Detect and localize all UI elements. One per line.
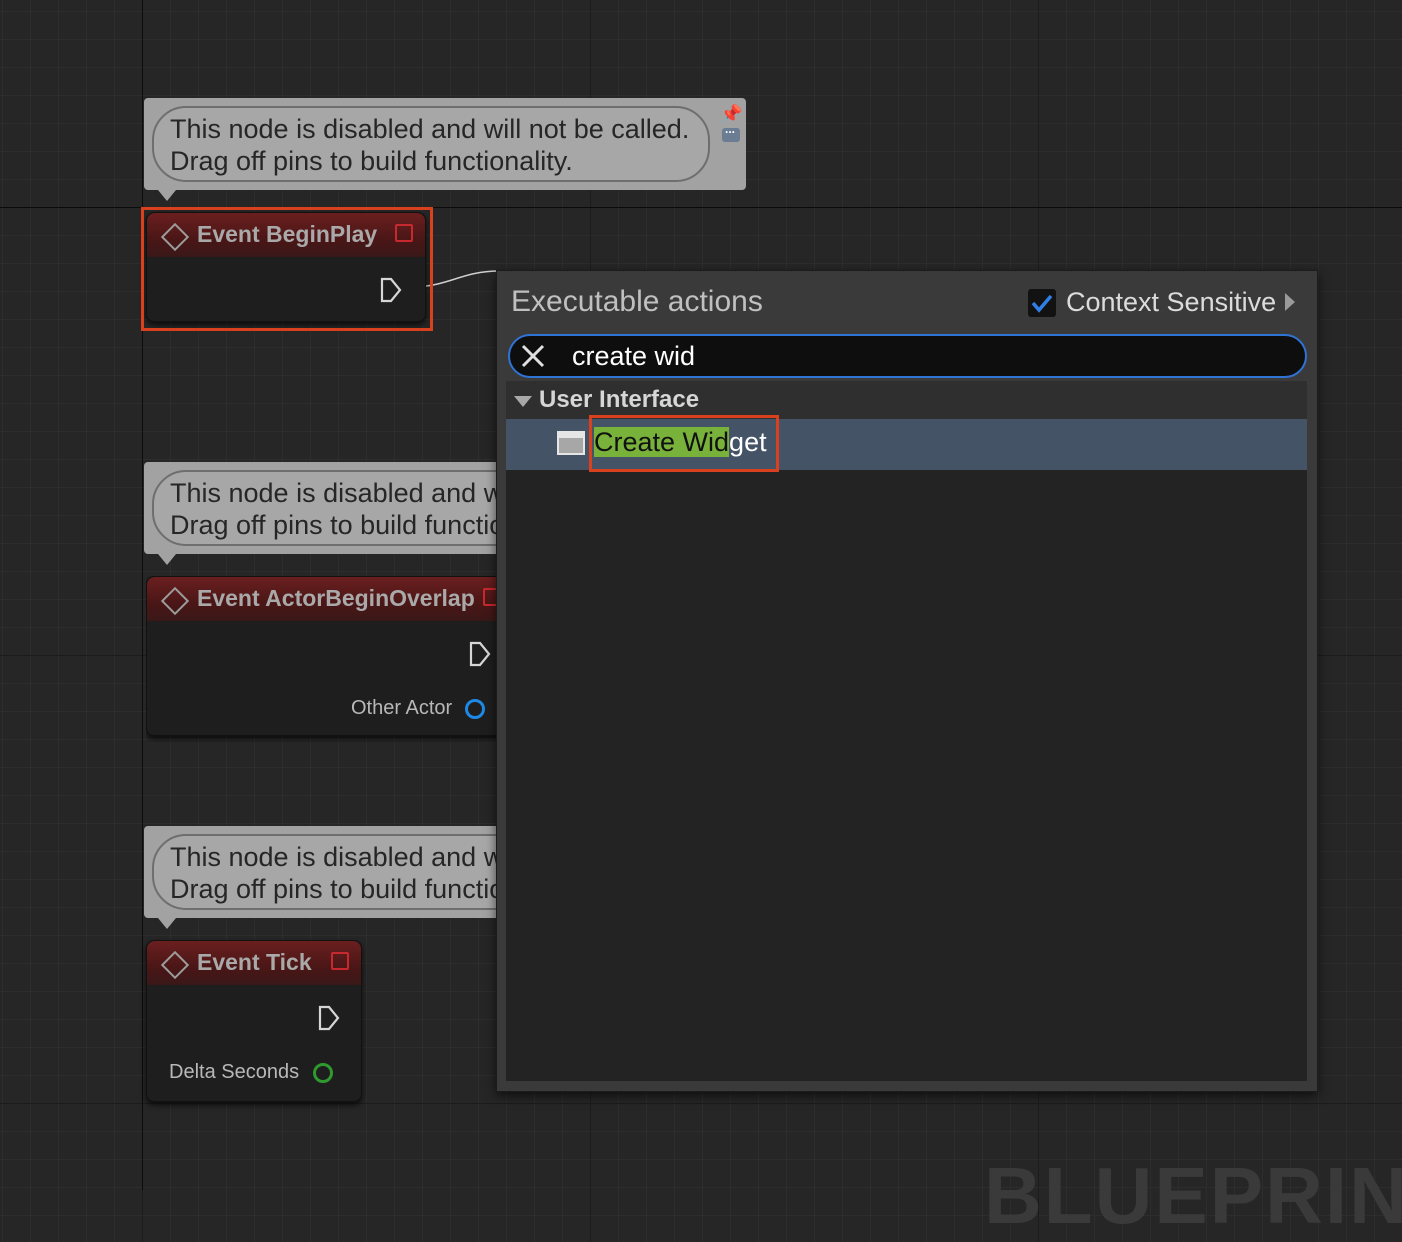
comment-text-area: This node is disabled and will not be ca…	[152, 470, 504, 546]
category-label: User Interface	[539, 386, 700, 413]
comment-line-1: This node is disabled and will not be ca…	[170, 114, 690, 144]
event-tick-node[interactable]: Event Tick Delta Seconds	[146, 940, 362, 1102]
event-actorbeginoverlap-node[interactable]: Event ActorBeginOverlap Other Actor	[146, 576, 496, 736]
node-header: Event Tick	[147, 941, 361, 985]
search-box	[508, 334, 1307, 378]
delta-seconds-pin-label: Delta Seconds	[169, 1061, 300, 1083]
comment-line-1: This node is disabled and will not be ca…	[170, 478, 504, 508]
comment-tail	[158, 918, 176, 929]
search-input[interactable]	[572, 340, 1272, 372]
disabled-comment-bubble[interactable]: This node is disabled and will not be ca…	[144, 462, 504, 554]
other-actor-pin-label: Other Actor	[351, 697, 453, 719]
node-title: Event Tick	[197, 949, 312, 975]
event-icon	[160, 586, 190, 616]
comment-text-area: This node is disabled and will not be ca…	[152, 106, 710, 182]
comment-line-1: This node is disabled and will not be ca…	[170, 842, 504, 872]
popup-title: Executable actions	[511, 285, 763, 318]
pin-icon[interactable]: 📌	[720, 104, 742, 124]
executable-actions-popup: Executable actions Context Sensitive Use…	[496, 270, 1318, 1092]
context-sensitive-checkbox[interactable]	[1028, 289, 1056, 317]
blueprint-watermark: BLUEPRINT	[984, 1151, 1402, 1240]
node-selection-frame	[141, 207, 433, 331]
widget-icon	[557, 431, 585, 455]
expand-arrow-icon[interactable]	[1285, 293, 1295, 311]
category-user-interface[interactable]: User Interface	[506, 381, 1307, 419]
checkmark-icon	[1031, 294, 1053, 313]
comment-text-area: This node is disabled and will not be ca…	[152, 834, 504, 910]
exec-output-pin-icon[interactable]	[469, 641, 491, 667]
delegate-pin-icon[interactable]	[483, 588, 496, 606]
clear-search-icon[interactable]	[520, 343, 546, 369]
node-clip: Event ActorBeginOverlap Other Actor	[146, 576, 496, 742]
results-list: User Interface Create Widget	[506, 381, 1307, 1081]
context-sensitive-label[interactable]: Context Sensitive	[1066, 287, 1276, 318]
result-selection-frame	[589, 415, 779, 472]
disabled-comment-bubble[interactable]: This node is disabled and will not be ca…	[144, 98, 746, 201]
exec-output-pin-icon[interactable]	[318, 1005, 340, 1031]
delegate-pin-icon[interactable]	[331, 952, 349, 970]
collapse-triangle-icon[interactable]	[514, 396, 532, 407]
float-pin-icon[interactable]	[313, 1063, 333, 1083]
node-title: Event ActorBeginOverlap	[197, 585, 475, 611]
comment-line-2: Drag off pins to build functionality.	[170, 874, 504, 904]
comment-line-2: Drag off pins to build functionality.	[170, 146, 573, 176]
comment-bubble-icon[interactable]	[722, 122, 740, 142]
comment-line-2: Drag off pins to build functionality.	[170, 510, 504, 540]
event-icon	[160, 950, 190, 980]
disabled-comment-bubble[interactable]: This node is disabled and will not be ca…	[144, 826, 504, 918]
comment-tail	[158, 554, 176, 565]
object-pin-icon[interactable]	[465, 699, 485, 719]
node-header: Event ActorBeginOverlap	[147, 577, 496, 621]
comment-tail	[158, 190, 176, 201]
